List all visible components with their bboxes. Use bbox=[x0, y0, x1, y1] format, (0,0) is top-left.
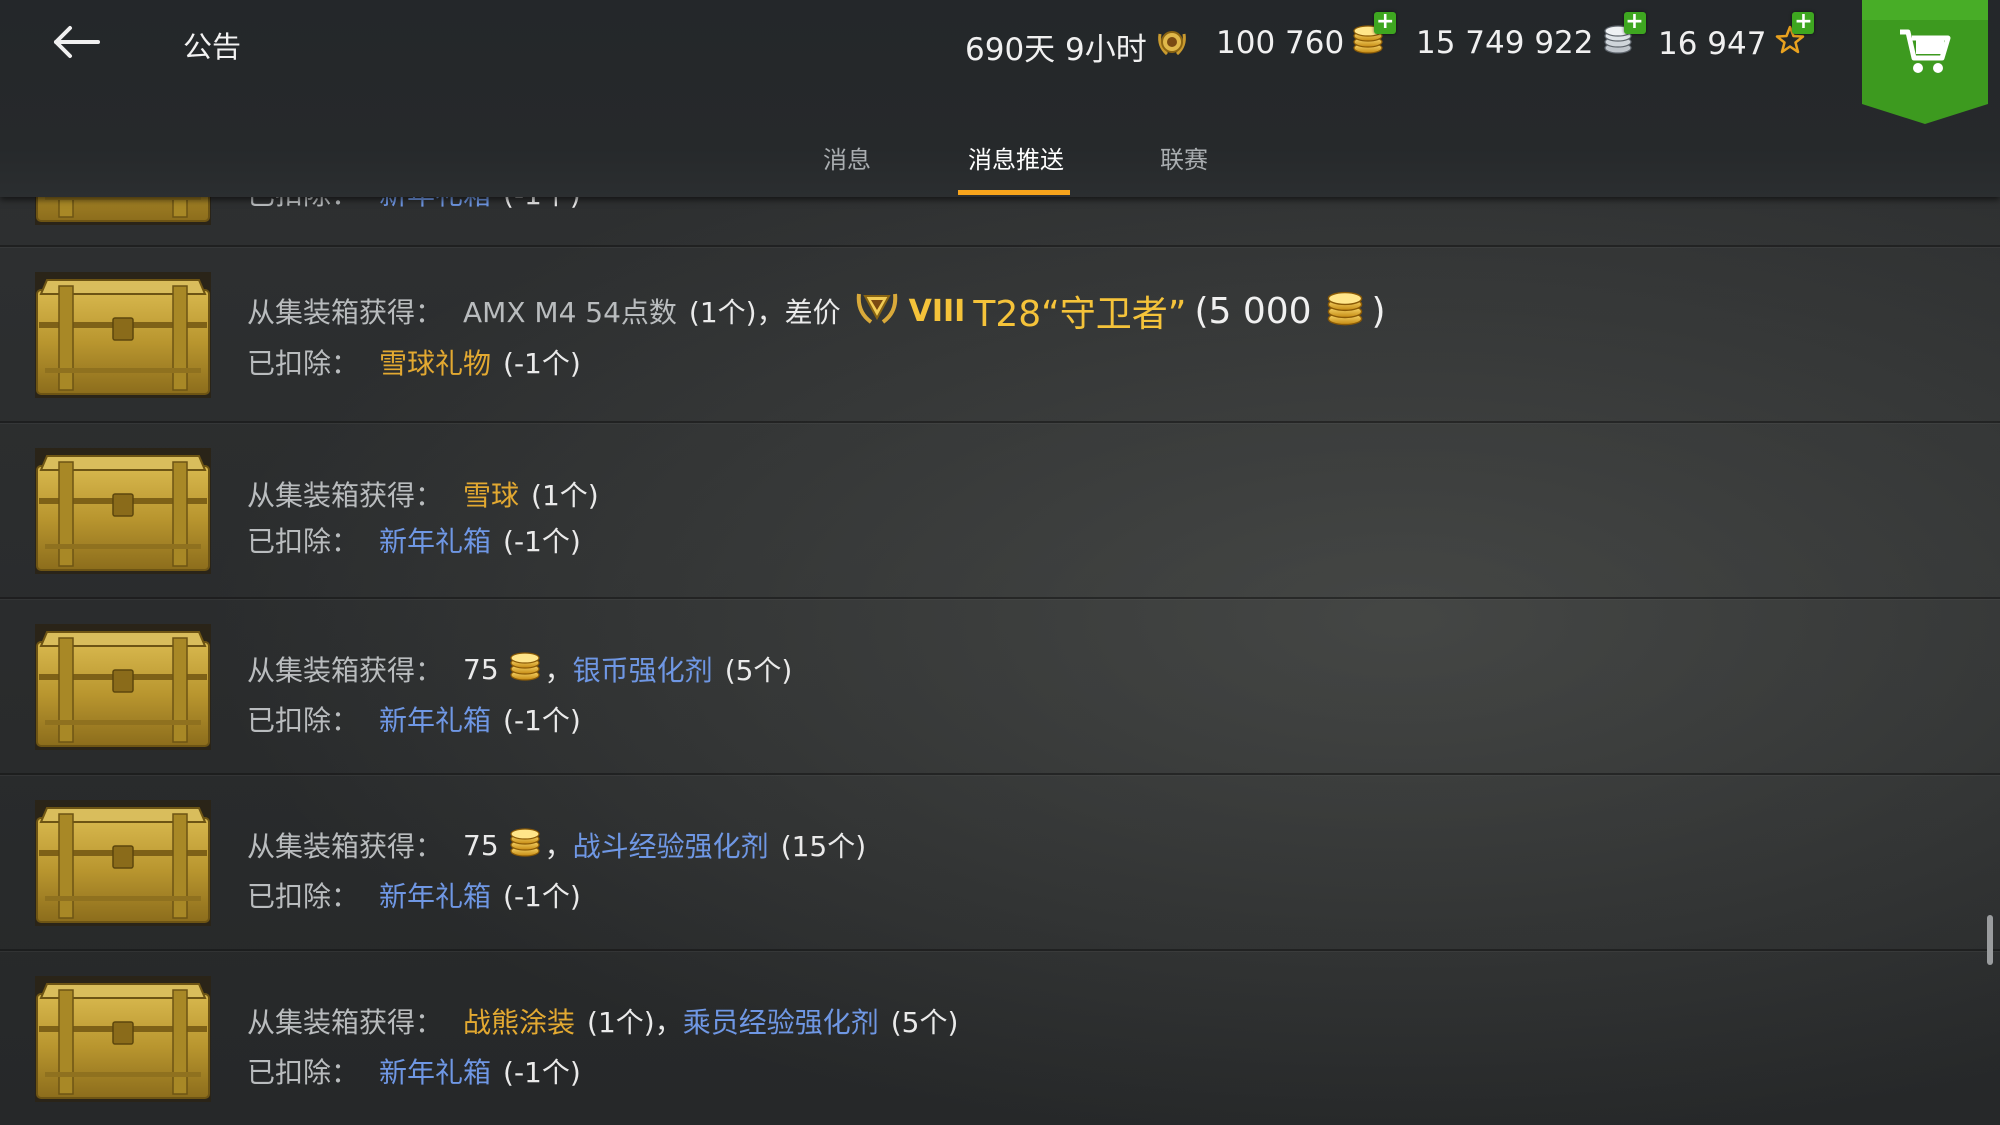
price-close: ) bbox=[1371, 290, 1386, 332]
obtained-amount: 75 bbox=[463, 828, 499, 862]
obtained-quantity: (1个) bbox=[531, 479, 599, 512]
tab-messages[interactable]: 消息 bbox=[823, 140, 871, 175]
obtained-quantity: (5个) bbox=[890, 1006, 959, 1039]
list-item[interactable]: 从集装箱获得： 雪球 (1个) 已扣除： 新年礼箱 (-1个) bbox=[0, 423, 2000, 599]
deducted-label: 已扣除： bbox=[247, 525, 360, 558]
add-free-xp-icon[interactable]: + bbox=[1792, 11, 1815, 34]
list-item[interactable]: 从集装箱获得： 75 ， 银币强化剂 (5个) 已扣除： 新年礼箱 (-1个) bbox=[0, 599, 2000, 775]
deducted-line: 已扣除： 新年礼箱 (-1个) bbox=[247, 1051, 581, 1091]
tab-league[interactable]: 联赛 bbox=[1160, 140, 1208, 175]
obtained-item: 雪球 bbox=[463, 479, 520, 512]
obtained-line: 从集装箱获得： 战熊涂装 (1个) ， 乘员经验强化剂 (5个) bbox=[247, 1001, 958, 1041]
add-gold-icon[interactable]: + bbox=[1374, 11, 1397, 34]
gold-coins-icon bbox=[509, 651, 541, 688]
credits-value: 15 749 922 bbox=[1416, 25, 1594, 61]
price-value: (5 000 bbox=[1194, 290, 1312, 332]
deducted-item: 雪球礼物 bbox=[379, 347, 492, 380]
obtained-quantity: (15个) bbox=[780, 830, 867, 863]
container-crate-icon bbox=[35, 800, 211, 926]
premium-time-value: 690天 9小时 bbox=[965, 32, 1147, 68]
tank-name: T28“守卫者” bbox=[973, 294, 1187, 335]
separator: ， bbox=[654, 1006, 683, 1039]
obtained-label: 从集装箱获得： bbox=[247, 654, 444, 687]
gold-coins-icon: + bbox=[1352, 11, 1397, 62]
container-crate-icon bbox=[35, 624, 211, 750]
deducted-item: 新年礼箱 bbox=[379, 1056, 492, 1089]
gold-coins-icon bbox=[509, 827, 541, 864]
scrollbar[interactable] bbox=[1987, 915, 1993, 965]
tab-push-notifications[interactable]: 消息推送 bbox=[968, 140, 1064, 175]
obtained-label: 从集装箱获得： bbox=[247, 296, 444, 329]
cart-icon bbox=[1900, 29, 1951, 73]
deducted-label: 已扣除： bbox=[247, 347, 360, 380]
deducted-item: 新年礼箱 bbox=[379, 525, 492, 558]
obtained-label: 从集装箱获得： bbox=[247, 830, 444, 863]
separator: ， bbox=[544, 830, 573, 863]
obtained-line: 从集装箱获得： 75 ， 战斗经验强化剂 (15个) bbox=[247, 825, 866, 865]
deducted-line: 已扣除： 雪球礼物 (-1个) bbox=[247, 342, 581, 382]
premium-medal-icon bbox=[1155, 26, 1189, 68]
obtained-quantity: (1个) bbox=[587, 1006, 655, 1039]
deducted-item: 新年礼箱 bbox=[379, 880, 492, 913]
active-tab-indicator bbox=[958, 190, 1070, 195]
deducted-label: 已扣除： bbox=[247, 704, 360, 737]
top-bar: 公告 690天 9小时 100 760 + 15 749 922 + 16 94… bbox=[0, 0, 2000, 197]
obtained-label: 从集装箱获得： bbox=[247, 479, 444, 512]
container-crate-icon bbox=[35, 272, 211, 398]
container-crate-icon bbox=[35, 448, 211, 574]
add-credits-icon[interactable]: + bbox=[1623, 11, 1646, 34]
price-difference-label: ，差价 bbox=[756, 296, 841, 329]
obtained-amount: 75 bbox=[463, 652, 499, 686]
gold-value: 100 760 bbox=[1216, 25, 1345, 61]
obtained-line: 从集装箱获得： 75 ， 银币强化剂 (5个) bbox=[247, 649, 792, 689]
list-item[interactable]: 从集装箱获得： 战熊涂装 (1个) ， 乘员经验强化剂 (5个) 已扣除： 新年… bbox=[0, 951, 2000, 1125]
separator: ， bbox=[544, 654, 573, 687]
obtained-quantity: (1个) bbox=[688, 296, 757, 329]
credits-balance[interactable]: 15 749 922 + bbox=[1416, 11, 1646, 62]
premium-time[interactable]: 690天 9小时 bbox=[965, 24, 1189, 69]
deducted-quantity: (-1个) bbox=[503, 880, 581, 913]
deducted-item: 新年礼箱 bbox=[379, 704, 492, 737]
gold-balance[interactable]: 100 760 + bbox=[1216, 11, 1397, 62]
tank-tier: VIII bbox=[908, 293, 966, 329]
obtained-item: 战熊涂装 bbox=[463, 1006, 576, 1039]
deducted-label: 已扣除： bbox=[247, 1056, 360, 1089]
deducted-quantity: (-1个) bbox=[503, 1056, 581, 1089]
container-crate-icon bbox=[35, 976, 211, 1102]
star-icon: + bbox=[1774, 11, 1815, 64]
deducted-quantity: (-1个) bbox=[503, 704, 581, 737]
silver-coins-icon: + bbox=[1602, 11, 1646, 62]
deducted-line: 已扣除： 新年礼箱 (-1个) bbox=[247, 520, 581, 560]
deducted-quantity: (-1个) bbox=[503, 347, 581, 380]
deducted-line: 已扣除： 新年礼箱 (-1个) bbox=[247, 699, 581, 739]
deducted-quantity: (-1个) bbox=[503, 525, 581, 558]
deducted-line: 已扣除： 新年礼箱 (-1个) bbox=[247, 875, 581, 915]
obtained-label: 从集装箱获得： bbox=[247, 1006, 444, 1039]
gold-coins-icon bbox=[1326, 290, 1364, 333]
free-xp-value: 16 947 bbox=[1658, 26, 1767, 62]
obtained-item: AMX M4 54点数 bbox=[463, 296, 677, 329]
obtained-line: 从集装箱获得： 雪球 (1个) bbox=[247, 474, 599, 514]
obtained-quantity: (5个) bbox=[724, 654, 793, 687]
obtained-item: 银币强化剂 bbox=[572, 654, 713, 687]
obtained-line: 从集装箱获得： AMX M4 54点数 (1个) ，差价 VIII T28“守卫… bbox=[247, 285, 1386, 337]
back-button[interactable] bbox=[50, 18, 110, 68]
tab-bar: 消息 消息推送 联赛 bbox=[0, 130, 2000, 197]
tier-emblem-icon bbox=[855, 288, 899, 335]
list-item[interactable]: 从集装箱获得： 75 ， 战斗经验强化剂 (15个) 已扣除： 新年礼箱 (-1… bbox=[0, 775, 2000, 951]
deducted-label: 已扣除： bbox=[247, 880, 360, 913]
obtained-item: 战斗经验强化剂 bbox=[572, 830, 769, 863]
list-item[interactable]: 从集装箱获得： AMX M4 54点数 (1个) ，差价 VIII T28“守卫… bbox=[0, 247, 2000, 423]
arrow-left-icon bbox=[54, 26, 100, 58]
app-window: 公告 690天 9小时 100 760 + 15 749 922 + 16 94… bbox=[0, 0, 2000, 1125]
page-title: 公告 bbox=[183, 30, 242, 64]
shop-button[interactable] bbox=[1862, 0, 1988, 124]
obtained-item: 乘员经验强化剂 bbox=[682, 1006, 879, 1039]
free-xp-balance[interactable]: 16 947 + bbox=[1658, 11, 1815, 64]
